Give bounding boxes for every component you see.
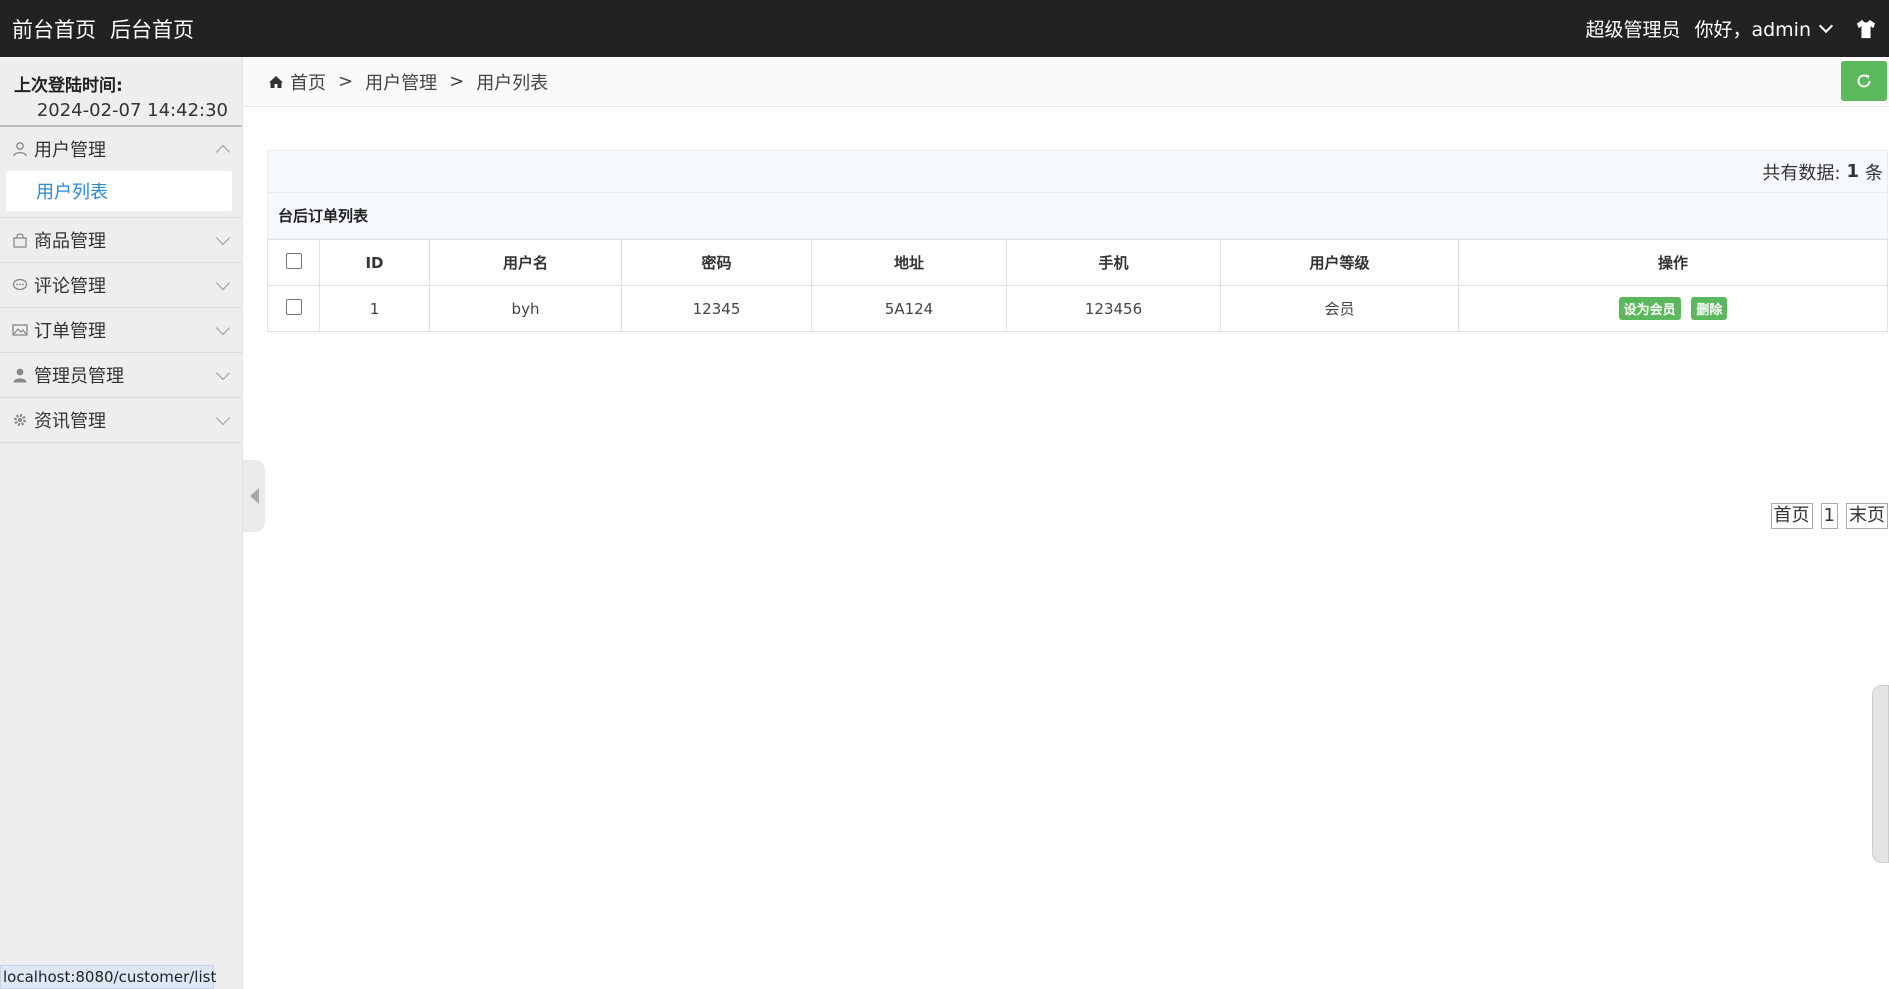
chevron-down-icon: [215, 320, 231, 335]
menu-label: 评论管理: [34, 276, 106, 297]
total-count: 1: [1846, 161, 1859, 182]
last-login-label: 上次登陆时间:: [14, 76, 123, 96]
set-member-button[interactable]: 设为会员: [1618, 297, 1681, 320]
chevron-down-icon: [215, 230, 231, 245]
chevron-down-icon: [215, 365, 231, 380]
menu-label: 订单管理: [34, 321, 106, 342]
row-checkbox[interactable]: [285, 298, 302, 315]
menu-head-products[interactable]: 商品管理: [0, 218, 242, 262]
user-icon: [12, 367, 28, 383]
user-list-panel: 共有数据: 1 条 台后订单列表 ID 用户名 密码 地址 手机 用户等级 操作: [267, 150, 1888, 529]
table-row: 1 byh 12345 5A124 123456 会员 设为会员 删除: [267, 285, 1888, 332]
chevron-down-icon: [1818, 18, 1834, 33]
menu-group-orders: 订单管理: [0, 308, 242, 353]
last-login-box: 上次登陆时间: 2024-02-07 14:42:30: [0, 57, 242, 127]
user-table: ID 用户名 密码 地址 手机 用户等级 操作 1 byh 12345 5A12…: [267, 239, 1888, 332]
breadcrumb-separator: >: [338, 71, 354, 92]
col-username: 用户名: [429, 239, 622, 286]
breadcrumb-user-management[interactable]: 用户管理: [365, 69, 437, 95]
comment-icon: [12, 277, 28, 293]
chevron-down-icon: [215, 275, 231, 290]
menu-label: 用户管理: [34, 140, 106, 161]
menu-label: 商品管理: [34, 231, 106, 252]
total-count-row: 共有数据: 1 条: [267, 150, 1888, 193]
back-home-link[interactable]: 后台首页: [110, 14, 194, 44]
cell-username: byh: [429, 285, 622, 332]
gear-icon: [12, 412, 28, 428]
col-address: 地址: [811, 239, 1007, 286]
tshirt-icon[interactable]: [1855, 19, 1877, 39]
topbar-links: 前台首页 后台首页: [0, 14, 194, 44]
cell-level: 会员: [1220, 285, 1459, 332]
row-select-cell: [267, 285, 320, 332]
menu-group-admins: 管理员管理: [0, 353, 242, 398]
select-all-checkbox[interactable]: [285, 252, 302, 269]
menu-group-users: 用户管理 用户列表: [0, 127, 242, 218]
browser-status-url: localhost:8080/customer/list: [0, 965, 216, 989]
breadcrumb-user-list: 用户列表: [476, 72, 549, 94]
greeting-text: 你好，admin: [1694, 19, 1811, 41]
delete-button[interactable]: 删除: [1691, 297, 1728, 320]
col-actions: 操作: [1458, 239, 1888, 286]
cell-id: 1: [319, 285, 430, 332]
menu-group-comments: 评论管理: [0, 263, 242, 308]
bag-icon: [12, 232, 28, 248]
image-icon: [12, 322, 28, 338]
role-label: 超级管理员: [1585, 19, 1681, 41]
menu-group-products: 商品管理: [0, 218, 242, 263]
submenu-users: 用户列表: [0, 171, 242, 217]
select-all-cell: [267, 239, 320, 286]
table-header-row: ID 用户名 密码 地址 手机 用户等级 操作: [267, 239, 1888, 286]
col-phone: 手机: [1006, 239, 1221, 286]
breadcrumb-home[interactable]: 首页: [290, 69, 326, 95]
floating-side-widget[interactable]: [1872, 685, 1889, 863]
top-navbar: 前台首页 后台首页 超级管理员 你好，admin: [0, 0, 1889, 57]
main-content: 首页 > 用户管理 > 用户列表 共有数据: 1 条 台后订单列表 ID 用户名: [244, 57, 1889, 989]
menu-head-admins[interactable]: 管理员管理: [0, 353, 242, 397]
topbar-user-area: 超级管理员 你好，admin: [1585, 15, 1889, 42]
user-outline-icon: [12, 141, 28, 157]
pager-first[interactable]: 首页: [1770, 503, 1813, 529]
cell-phone: 123456: [1006, 285, 1221, 332]
menu-label: 管理员管理: [34, 366, 124, 387]
breadcrumb-separator: >: [449, 71, 465, 92]
pagination: 首页 1 末页: [1770, 503, 1888, 529]
col-id: ID: [319, 239, 430, 286]
pager-page-1[interactable]: 1: [1820, 503, 1838, 529]
last-login-value: 2024-02-07 14:42:30: [36, 100, 228, 121]
breadcrumb: 首页 > 用户管理 > 用户列表: [244, 57, 1889, 107]
cell-password: 12345: [621, 285, 812, 332]
total-label: 共有数据:: [1762, 162, 1841, 184]
cell-actions: 设为会员 删除: [1458, 285, 1888, 332]
refresh-button[interactable]: [1841, 61, 1887, 101]
chevron-up-icon: [215, 144, 231, 159]
total-unit: 条: [1865, 162, 1883, 184]
sidebar: 上次登陆时间: 2024-02-07 14:42:30 用户管理 用户列表 商品…: [0, 57, 243, 989]
front-home-link[interactable]: 前台首页: [12, 14, 96, 44]
menu-head-comments[interactable]: 评论管理: [0, 263, 242, 307]
menu-head-news[interactable]: 资讯管理: [0, 398, 242, 442]
cell-address: 5A124: [811, 285, 1007, 332]
table-title: 台后订单列表: [267, 193, 1888, 239]
col-password: 密码: [621, 239, 812, 286]
refresh-icon: [1857, 74, 1871, 88]
user-dropdown[interactable]: 你好，admin: [1694, 15, 1834, 42]
menu-label: 资讯管理: [34, 411, 106, 432]
pager-last[interactable]: 末页: [1846, 503, 1888, 529]
home-icon: [269, 75, 283, 88]
col-level: 用户等级: [1220, 239, 1459, 286]
menu-group-news: 资讯管理: [0, 398, 242, 443]
sidebar-item-user-list[interactable]: 用户列表: [6, 171, 232, 211]
menu-head-users[interactable]: 用户管理: [0, 127, 242, 171]
chevron-down-icon: [215, 410, 231, 425]
menu-head-orders[interactable]: 订单管理: [0, 308, 242, 352]
